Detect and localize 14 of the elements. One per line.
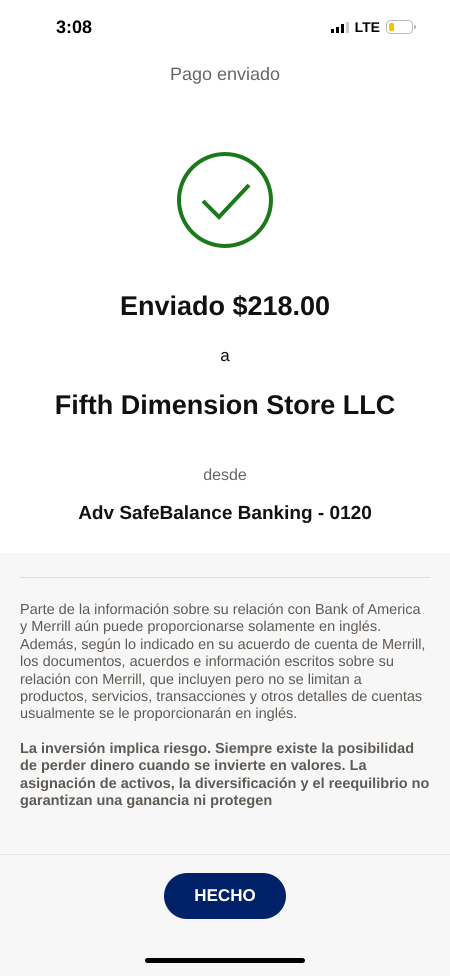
account-name: Adv SafeBalance Banking - 0120: [78, 503, 372, 525]
signal-icon: [330, 22, 349, 32]
amount-text: Enviado $218.00: [120, 291, 330, 322]
battery-icon: [386, 20, 416, 34]
connector-text: a: [220, 346, 230, 366]
status-time: 3:08: [56, 16, 92, 38]
recipient-name: Fifth Dimension Store LLC: [54, 390, 396, 421]
page-title: Pago enviado: [168, 64, 282, 85]
done-button[interactable]: HECHO: [164, 873, 286, 919]
network-type: LTE: [354, 19, 380, 35]
from-label: desde: [203, 467, 247, 485]
check-circle-icon: [176, 151, 274, 249]
disclosure-text: Parte de la información sobre su relación con Bank of America y Merrill aún puede proporcionarse solamente en inglés. Además, según lo indicado en su acuerdo de cuenta de Merrill, los documentos, acuerdos e información escritos sobre su relación con Merrill, que incluyen pero no se limitan a productos, servicios, transacciones y otros detalles de cuentas usualmente se le proporcionarán en inglés.: [20, 602, 426, 724]
disclosure-text: La inversión implica riesgo. Siempre existe la posibilidad de perder dinero cuando se invierte en valores. La asignación de activos, la diversificación y el reequilibrio no garantizan una ganancia ni protegen: [20, 740, 430, 810]
